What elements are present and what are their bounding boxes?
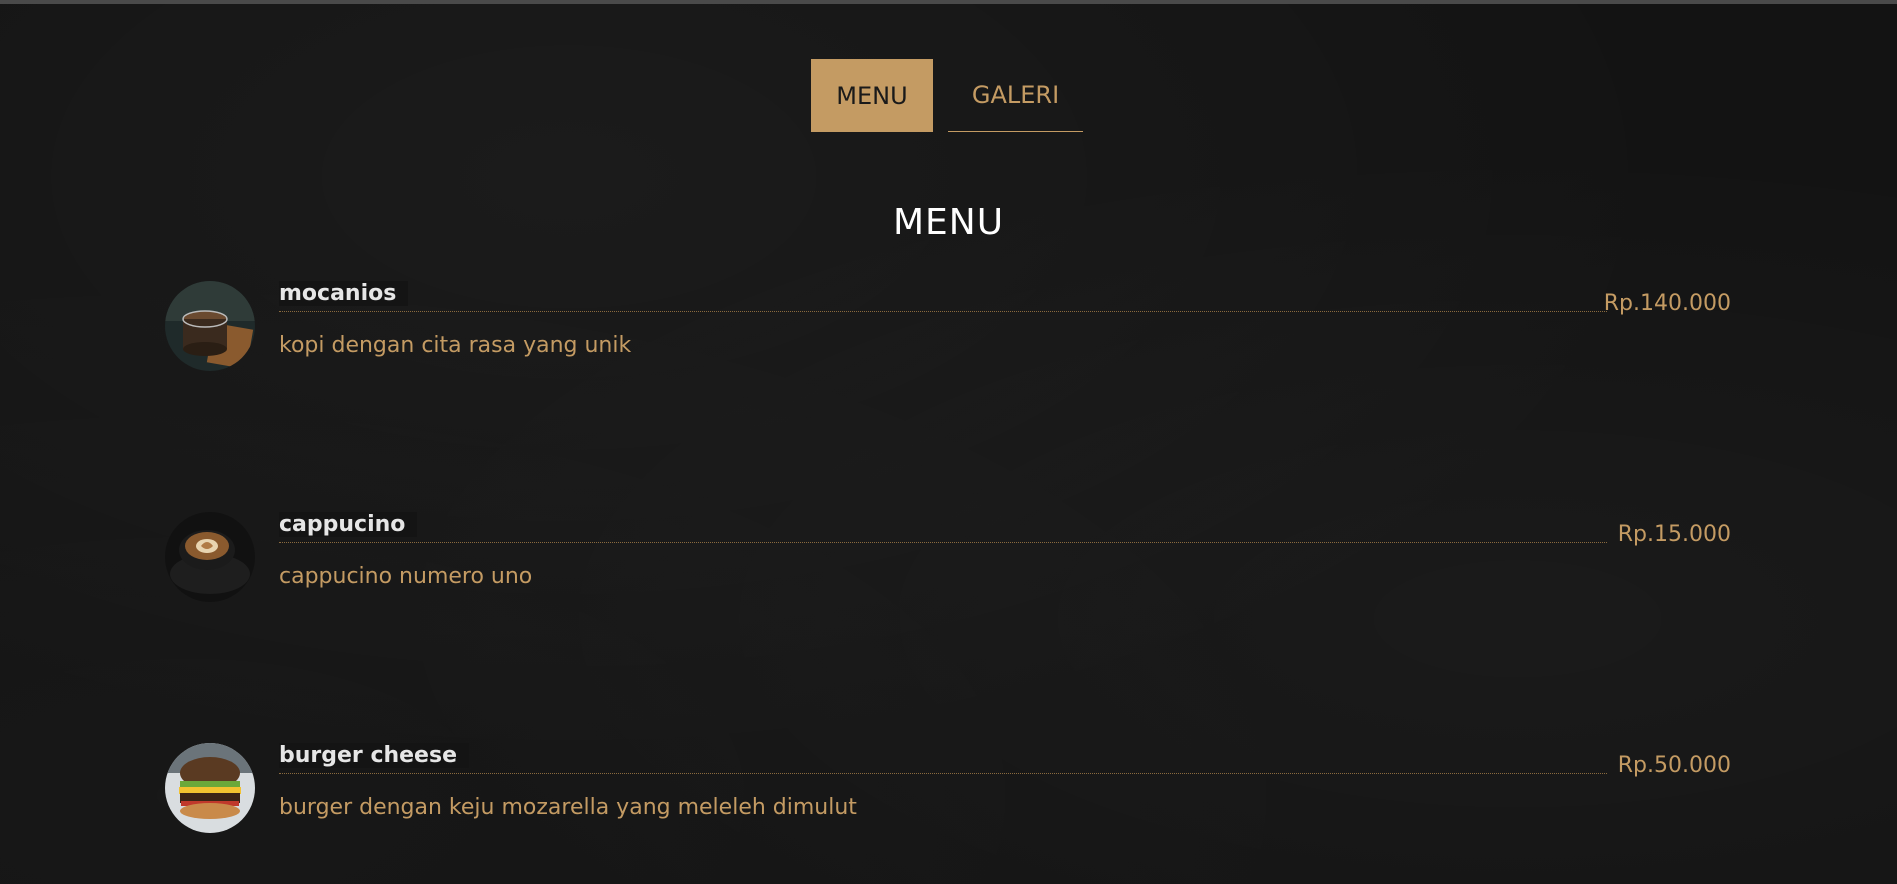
item-name: cappucino	[279, 512, 418, 537]
item-description: burger dengan keju mozarella yang melele…	[279, 795, 857, 820]
dotted-leader	[279, 542, 1607, 543]
burger-thumbnail	[165, 743, 255, 833]
item-description: kopi dengan cita rasa yang unik	[279, 333, 632, 358]
item-price: Rp.15.000	[1617, 522, 1731, 547]
browser-top-border	[0, 0, 1897, 4]
dotted-leader	[279, 773, 1607, 774]
item-name: mocanios	[279, 281, 409, 306]
iced-coffee-thumbnail	[165, 281, 255, 371]
tab-galeri[interactable]: GALERI	[948, 59, 1083, 132]
menu-item: mocanios Rp.140.000 kopi dengan cita ras…	[165, 281, 1731, 376]
item-name: burger cheese	[279, 743, 469, 768]
item-description: cappucino numero uno	[279, 564, 533, 589]
item-price: Rp.140.000	[1603, 291, 1731, 316]
item-price: Rp.50.000	[1617, 753, 1731, 778]
section-title: MENU	[892, 202, 1005, 243]
menu-tabs: MENU GALERI	[811, 59, 1083, 132]
menu-item: cappucino Rp.15.000 cappucino numero uno	[165, 512, 1731, 607]
menu-item: burger cheese Rp.50.000 burger dengan ke…	[165, 743, 1731, 838]
tab-menu[interactable]: MENU	[811, 59, 933, 132]
cappuccino-thumbnail	[165, 512, 255, 602]
dotted-leader	[279, 311, 1607, 312]
